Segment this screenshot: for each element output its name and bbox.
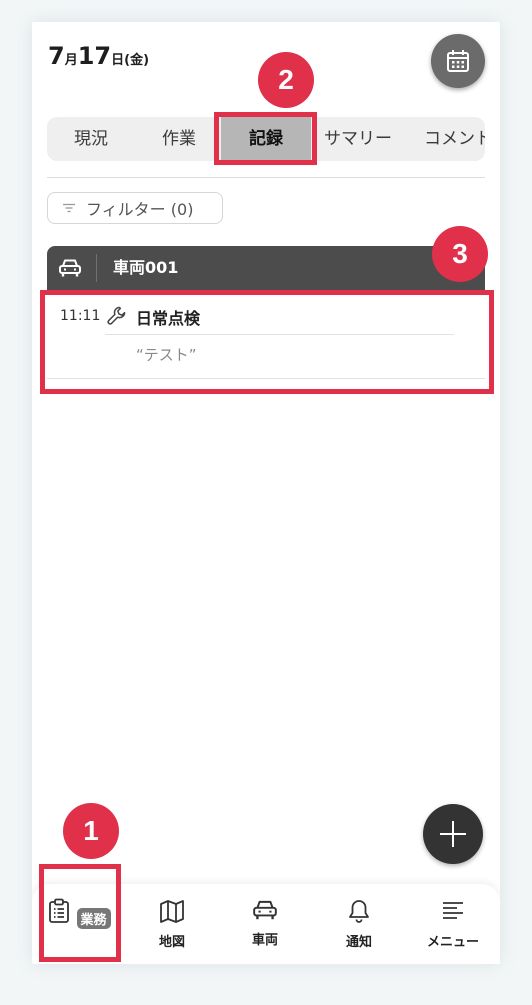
calendar-icon: [447, 50, 469, 72]
nav-vehicles-label: 車両: [251, 933, 278, 948]
callout-highlight-nav: [39, 864, 121, 962]
tab-status[interactable]: 現況: [74, 117, 108, 161]
menu-icon: [443, 902, 463, 919]
date-day-unit: 日: [111, 53, 125, 68]
tab-summary[interactable]: サマリー: [324, 117, 392, 161]
date-month: 7: [48, 42, 65, 70]
date-day: 17: [77, 42, 112, 70]
tab-comments[interactable]: コメント: [424, 117, 485, 161]
vehicle-header[interactable]: 車両001: [47, 246, 485, 290]
nav-menu-label: メニュー: [426, 935, 479, 950]
filter-icon: [63, 203, 75, 213]
date-weekday: (金): [124, 53, 150, 68]
car-icon: [253, 900, 277, 920]
callout-badge: 3: [432, 226, 488, 282]
nav-menu[interactable]: メニュー: [418, 898, 488, 950]
vehicle-name: 車両001: [113, 258, 179, 277]
nav-notifications[interactable]: 通知: [324, 898, 394, 950]
nav-map-label: 地図: [158, 935, 185, 950]
car-icon: [59, 259, 81, 277]
map-icon: [160, 900, 184, 923]
calendar-button[interactable]: [431, 34, 485, 88]
divider: [47, 177, 485, 178]
nav-map[interactable]: 地図: [137, 898, 207, 950]
nav-vehicles[interactable]: 車両: [230, 898, 300, 948]
date-month-unit: 月: [64, 53, 78, 68]
tab-work[interactable]: 作業: [162, 117, 196, 161]
filter-label: フィルター (0): [86, 200, 194, 219]
plus-icon: [440, 821, 466, 847]
filter-button[interactable]: フィルター (0): [47, 192, 223, 224]
nav-notifications-label: 通知: [345, 935, 372, 950]
date-heading: 7月17日(金): [48, 42, 149, 70]
callout-badge: 2: [258, 52, 314, 108]
add-record-button[interactable]: [423, 804, 483, 864]
callout-highlight-tab: [214, 112, 317, 165]
callout-badge: 1: [63, 803, 119, 859]
callout-highlight-record: [40, 290, 494, 394]
vehicle-header-divider: [96, 254, 97, 282]
bell-icon: [349, 900, 369, 923]
